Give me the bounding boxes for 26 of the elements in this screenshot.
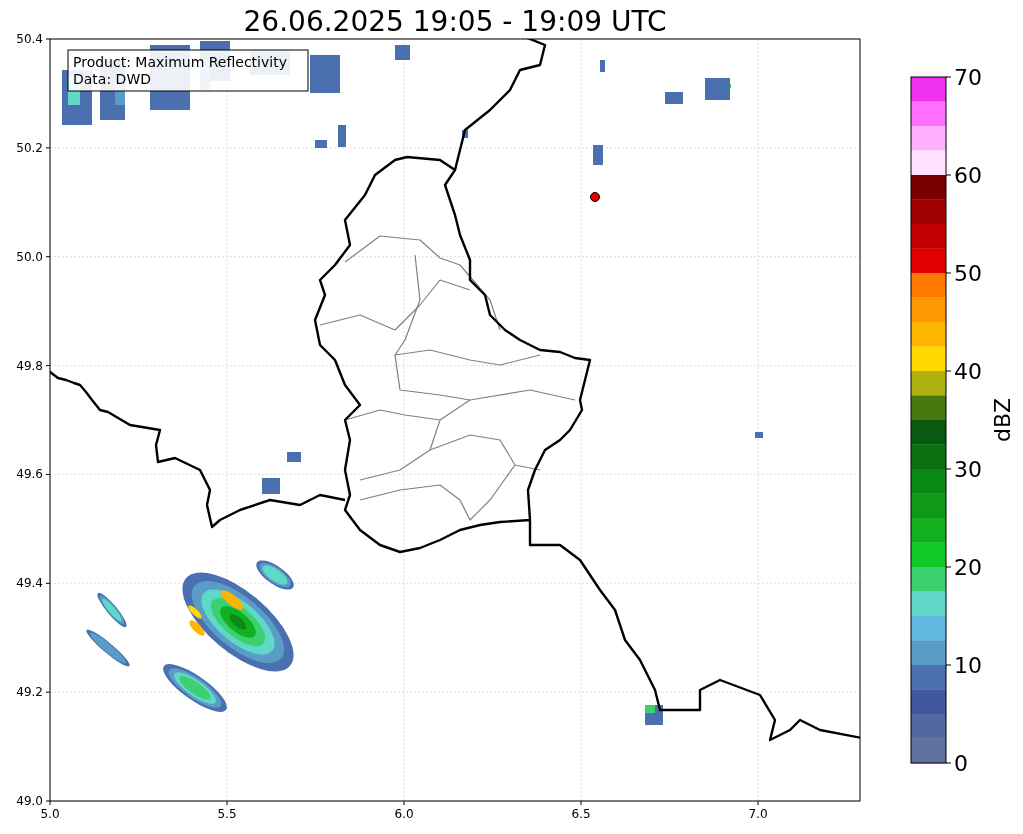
colorbar-tick-label: 10 [954, 653, 982, 678]
x-tick-label: 7.0 [748, 807, 768, 821]
colorbar-tick-label: 40 [954, 359, 982, 384]
y-tick-label: 50.4 [16, 32, 43, 46]
x-tick-label: 5.5 [217, 807, 237, 821]
colorbar-tick-label: 0 [954, 751, 968, 776]
chart-title: 26.06.2025 19:05 - 19:09 UTC [243, 5, 667, 38]
x-tick-label: 6.5 [571, 807, 591, 821]
colorbar-tick-label: 70 [954, 65, 982, 90]
annotation-text: Product: Maximum Reflectivity [73, 54, 287, 70]
y-tick-label: 49.2 [16, 685, 43, 700]
y-tick-label: 50.0 [16, 249, 43, 264]
y-tick-label: 49.8 [16, 358, 43, 373]
colorbar-tick-label: 30 [954, 457, 982, 482]
y-tick-label: 49.0 [16, 794, 43, 808]
colorbar-tick-label: 60 [954, 163, 982, 188]
location-marker [590, 192, 600, 202]
colorbar-label: dBZ [990, 397, 1015, 443]
y-tick-label: 49.4 [16, 576, 43, 591]
colorbar-tick-label: 50 [954, 261, 982, 286]
annotation-text: Data: DWD [73, 71, 151, 87]
x-tick-label: 6.0 [394, 807, 414, 821]
y-tick-label: 50.2 [16, 140, 43, 155]
colorbar-tick-label: 20 [954, 555, 982, 580]
x-tick-label: 5.0 [40, 807, 60, 821]
y-tick-label: 49.6 [16, 467, 43, 482]
